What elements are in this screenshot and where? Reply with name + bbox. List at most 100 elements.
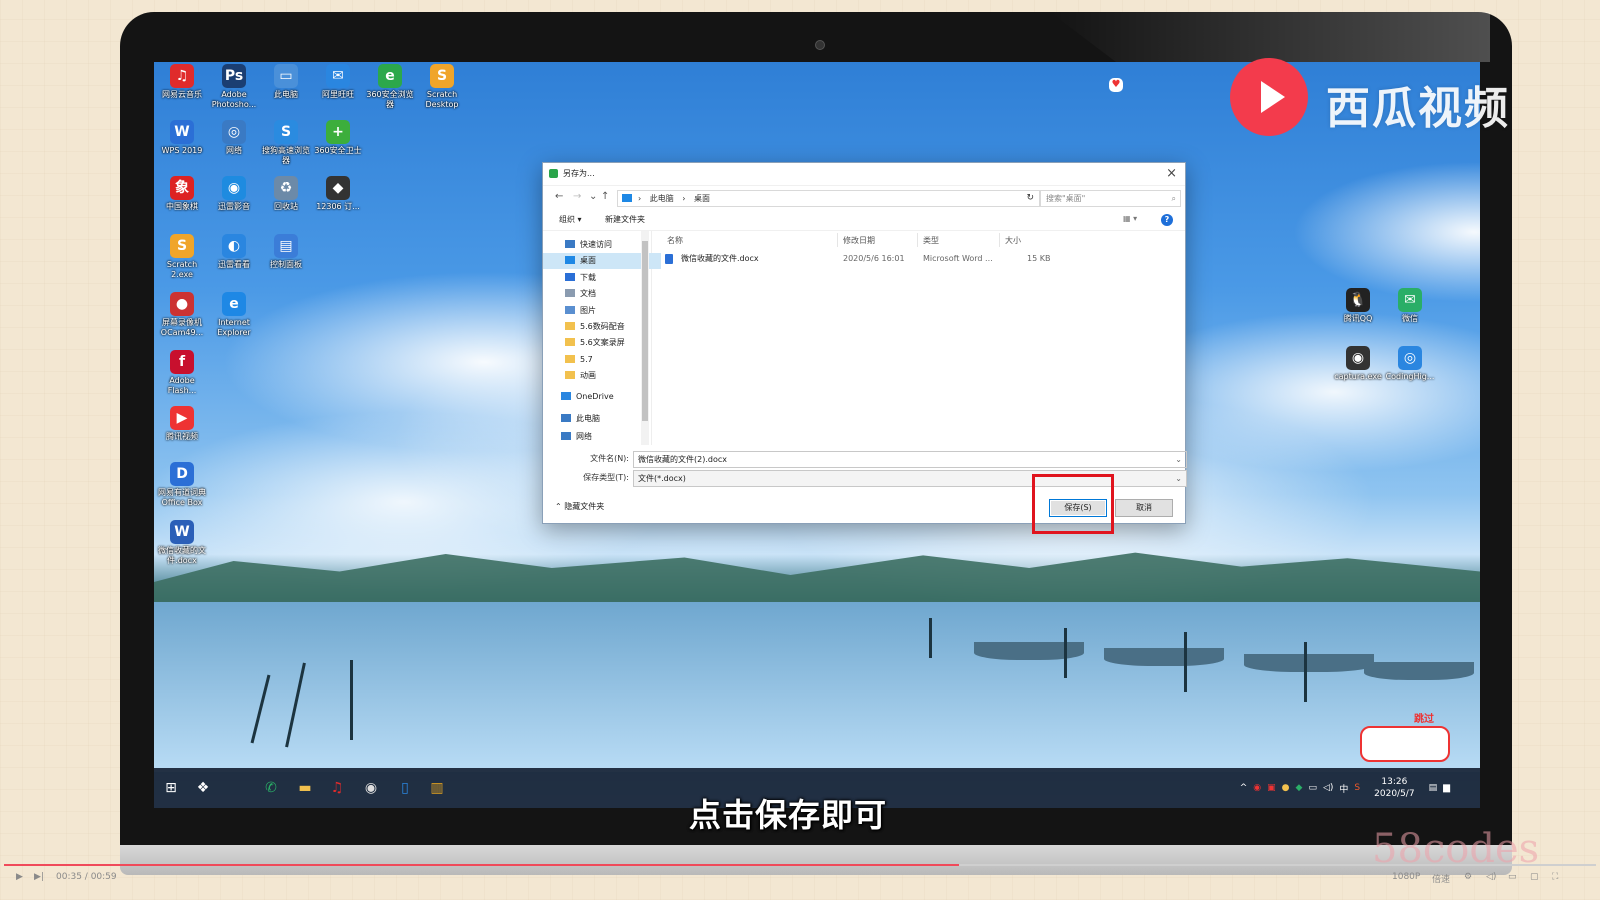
desktop-icon[interactable]: S 搜狗高速浏览 器 [260, 120, 312, 166]
desktop-icon[interactable]: ✉ 微信 [1384, 288, 1436, 324]
desktop-icon[interactable]: e Internet Explorer [208, 292, 260, 338]
next-icon[interactable]: ▶| [34, 872, 44, 882]
chess-icon: 象 [170, 176, 194, 200]
settings-icon[interactable]: ⚙ [1464, 872, 1472, 882]
bezel-glare [1050, 12, 1490, 62]
desktop-icon[interactable]: ◆ 12306 订... [312, 176, 364, 212]
desktop-icon[interactable]: ▤ 控制面板 [260, 234, 312, 270]
column-divider [999, 233, 1000, 247]
desktop-icon-label: Adobe Flash... [167, 376, 197, 395]
desktop-icon[interactable]: ◎ 网络 [208, 120, 260, 156]
pip-icon[interactable]: ▭ [1508, 872, 1517, 882]
nav-item-label: 网络 [576, 432, 592, 441]
desktop-icon-label: WPS 2019 [161, 146, 203, 155]
nav-item-label: 下载 [580, 273, 596, 282]
wallpaper-pole [1184, 632, 1187, 692]
chevron-down-icon[interactable]: ⌄ [1175, 452, 1182, 467]
desktop-icon-label: 回收站 [274, 202, 298, 211]
desktop-icon[interactable]: +360安全卫士 [312, 120, 364, 156]
forward-arrow-icon[interactable]: → [573, 191, 581, 202]
nav-item-label: 动画 [580, 371, 596, 380]
file-type: Microsoft Word ... [923, 254, 993, 263]
new-folder-button[interactable]: 新建文件夹 [605, 214, 645, 225]
column-header-size[interactable]: 大小 [1005, 235, 1021, 246]
chevron-down-icon[interactable]: ⌄ [1175, 471, 1182, 486]
breadcrumb-desktop[interactable]: 桌面 [694, 194, 710, 203]
nav-item-this-pc-icon[interactable]: 此电脑 [543, 411, 657, 427]
column-header-name[interactable]: 名称 [667, 235, 683, 246]
desktop-icon[interactable]: ◎ CodingHig... [1384, 346, 1436, 382]
speed-button[interactable]: 倍速 [1432, 872, 1450, 885]
desktop-icon[interactable]: W WPS 2019 [156, 120, 208, 156]
wallpaper-boat [1104, 648, 1224, 666]
recent-locations-icon[interactable]: ⌄ [589, 191, 597, 202]
shirt-icon: ♥ [1109, 78, 1123, 92]
desktop-icon[interactable]: f Adobe Flash... [156, 350, 208, 396]
search-input[interactable]: 搜索"桌面" ⌕ [1039, 190, 1181, 207]
dialog-title: 另存为... [563, 169, 595, 178]
breadcrumb-this-pc[interactable]: 此电脑 [650, 194, 674, 203]
organize-button[interactable]: 组织 ▾ [559, 214, 582, 225]
nav-item-network-icon[interactable]: 网络 [543, 429, 657, 445]
skip-label[interactable]: 跳过 [1414, 710, 1434, 725]
up-arrow-icon[interactable]: ↑ [601, 191, 609, 202]
back-arrow-icon[interactable]: ← [555, 191, 563, 202]
desktop-icon-label: 腾讯QQ [1343, 314, 1373, 323]
filename-input[interactable]: 微信收藏的文件(2).docx ⌄ [633, 451, 1187, 468]
desktop-icon-label: 腾讯视频 [166, 432, 198, 441]
fullscreen-icon[interactable]: ⛶ [1552, 872, 1558, 882]
help-icon[interactable]: ? [1161, 214, 1173, 226]
file-row[interactable]: 微信收藏的文件.docx 2020/5/6 16:01 Microsoft Wo… [661, 251, 1181, 267]
desktop-icon[interactable]: S Scratch Desktop [416, 64, 468, 110]
view-options-icon[interactable]: ▦ ▾ [1123, 214, 1137, 223]
this-pc-icon: ▭ [274, 64, 298, 88]
refresh-icon[interactable]: ↻ [1026, 191, 1034, 206]
xigua-play-icon [1230, 58, 1308, 136]
quality-button[interactable]: 1080P [1392, 872, 1420, 882]
photoshop-icon: Ps [222, 64, 246, 88]
nav-item-onedrive-icon[interactable]: OneDrive [543, 389, 657, 405]
cancel-button[interactable]: 取消 [1115, 499, 1173, 517]
nav-item-label: 文档 [580, 289, 596, 298]
aliwangwang-icon: ✉ [326, 64, 350, 88]
desktop-icon[interactable]: W 微信收藏的文 件.docx [156, 520, 208, 566]
navigation-scrollbar[interactable] [641, 231, 649, 445]
desktop-icon[interactable]: ✉ 阿里旺旺 [312, 64, 364, 100]
volume-icon[interactable]: ◁) [1486, 872, 1496, 882]
nav-item-label: 桌面 [580, 256, 596, 265]
desktop-icon[interactable]: 🐧 腾讯QQ [1332, 288, 1384, 324]
close-icon[interactable]: × [1166, 163, 1177, 185]
desktop-icon[interactable]: ▶ 腾讯视频 [156, 406, 208, 442]
desktop-icon[interactable]: Ps Adobe Photosho... [208, 64, 260, 110]
desktop-icon[interactable]: ◉ 迅雷影音 [208, 176, 260, 212]
desktop-icon[interactable]: ♫ 网易云音乐 [156, 64, 208, 100]
hide-folders-toggle[interactable]: ⌃ 隐藏文件夹 [555, 501, 604, 512]
file-modified: 2020/5/6 16:01 [843, 254, 905, 263]
desktop-icon-label: 网易有道词典 Office Box [158, 488, 206, 507]
desktop-icon[interactable]: D 网易有道词典 Office Box [156, 462, 208, 508]
desktop-icon[interactable]: S Scratch 2.exe [156, 234, 208, 280]
office-box-icon: D [170, 462, 194, 486]
desktop-icon[interactable]: ● 屏幕录像机 OCam49... [156, 292, 208, 338]
desktop-icon[interactable]: ♻ 回收站 [260, 176, 312, 212]
column-header-modified[interactable]: 修改日期 [843, 235, 875, 246]
desktop-icon[interactable]: e 360安全浏览 器 [364, 64, 416, 110]
widescreen-icon[interactable]: ▢ [1530, 872, 1539, 882]
pet-widget[interactable] [1360, 726, 1450, 762]
desktop-icon[interactable]: ▭ 此电脑 [260, 64, 312, 100]
desktop-icon-shirt[interactable]: ♥ [1098, 78, 1134, 92]
dialog-title-bar[interactable]: 另存为... × [543, 163, 1185, 186]
xunlei-icon: ◉ [222, 176, 246, 200]
12306-icon: ◆ [326, 176, 350, 200]
progress-bar[interactable] [4, 864, 1596, 866]
desktop-icon[interactable]: 象中国象棋 [156, 176, 208, 212]
address-bar[interactable]: › 此电脑 › 桌面 ↻ [617, 190, 1041, 207]
desktop-icon[interactable]: ◐ 迅雷看看 [208, 234, 260, 270]
desktop-icon[interactable]: ◉ captura.exe [1332, 346, 1384, 382]
wallpaper-pole [1064, 628, 1067, 678]
scrollbar-thumb[interactable] [642, 241, 648, 421]
column-header-type[interactable]: 类型 [923, 235, 939, 246]
play-icon[interactable]: ▶ [16, 872, 23, 882]
file-list: 名称 修改日期 类型 大小 微信收藏的文件.docx 2020/5/6 16:0… [661, 231, 1181, 445]
video-frame: ♫ 网易云音乐 Ps Adobe Photosho... ▭ 此电脑 ✉ 阿里旺旺 e 360安全… [0, 0, 1600, 900]
